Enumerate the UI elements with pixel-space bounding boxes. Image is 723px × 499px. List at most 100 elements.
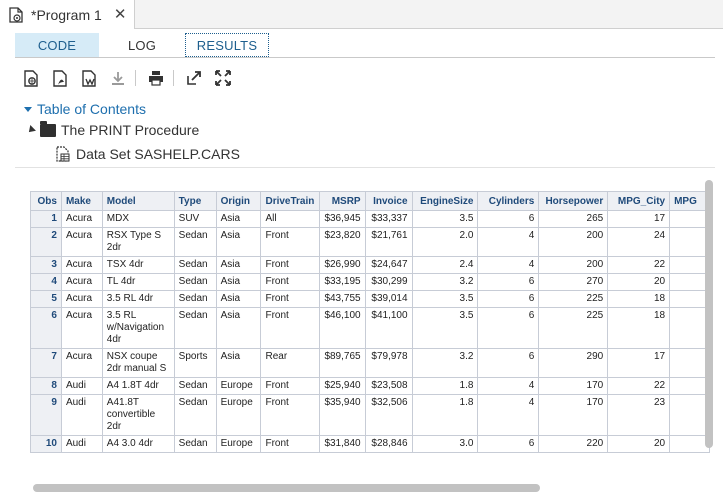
obs-cell: 9 [30,394,62,436]
table-cell: 3.0 [411,435,479,453]
table-cell: $28,846 [364,435,413,453]
toc-dataset[interactable]: Data Set SASHELP.CARS [56,143,356,165]
table-row: 2 Acura RSX Type S 2dr Sedan Asia Front $23,82… [30,227,710,257]
table-cell: 3.5 RL 4dr [101,290,175,308]
obs-cell: 4 [30,273,62,291]
column-header: MPG_City [607,191,671,211]
table-cell: 6 [477,210,540,228]
table-cell: 22 [607,256,671,274]
horizontal-scrollbar[interactable] [33,484,540,492]
table-cell: 2.4 [411,256,479,274]
download-word-icon[interactable] [80,69,98,87]
table-row: 1 Acura MDX SUV Asia All $36,945 $33,337 3.5 6 265… [30,210,710,228]
obs-cell: 1 [30,210,62,228]
toc-print-procedure[interactable]: The PRINT Procedure [26,119,327,141]
table-cell: Asia [215,210,262,228]
table-cell: 290 [538,348,609,378]
table-cell: 2.0 [411,227,479,257]
table-cell: Asia [215,348,262,378]
table-cell: 6 [477,290,540,308]
table-row: 4 Acura TL 4dr Sedan Asia Front $33,195 $30,299… [30,273,710,291]
table-cell: $35,940 [319,394,366,436]
table-row: 3 Acura TSX 4dr Sedan Asia Front $26,990 $24,64… [30,256,710,274]
tab-log[interactable]: LOG [99,33,185,57]
table-cell: 220 [538,435,609,453]
table-cell: 6 [477,435,540,453]
table-cell: $32,506 [364,394,413,436]
table-cell: 4 [477,377,540,395]
chevron-down-icon[interactable] [24,106,32,112]
table-cell: Europe [215,435,262,453]
table-cell: $33,195 [319,273,366,291]
table-cell: $21,761 [364,227,413,257]
folder-icon [40,120,56,137]
table-cell: 3.5 [411,307,479,349]
expand-icon[interactable] [214,69,232,87]
open-new-window-icon[interactable] [185,69,203,87]
table-cell: 18 [607,307,671,349]
table-cell: Sedan [173,377,217,395]
table-of-contents: Table of Contents The PRINT Procedure Da… [24,98,240,162]
print-icon[interactable] [147,69,165,87]
toc-root[interactable]: Table of Contents [24,98,146,120]
results-toolbar [22,68,243,88]
table-cell: All [260,210,321,228]
table-cell: Europe [215,394,262,436]
toolbar-separator [135,70,136,86]
table-cell: Acura [60,256,103,274]
table-cell: Rear [260,348,321,378]
table-cell: 22 [607,377,671,395]
table-cell: Europe [215,377,262,395]
view-tabs: CODE LOG RESULTS [15,33,269,57]
column-header: Horsepower [538,191,609,211]
table-cell: 24 [607,227,671,257]
table-cell: 18 [607,290,671,308]
obs-cell: 5 [30,290,62,308]
table-cell: $43,755 [319,290,366,308]
tab-code[interactable]: CODE [15,33,99,57]
table-cell: Sedan [173,435,217,453]
program-tab[interactable]: *Program 1 ✕ [0,0,135,29]
table-cell: 4 [477,394,540,436]
table-cell: Sports [173,348,217,378]
table-document-icon [56,146,70,162]
table-cell: Front [260,256,321,274]
table-cell: 170 [538,394,609,436]
toc-dataset-label: Data Set SASHELP.CARS [76,146,240,162]
table-cell: $36,945 [319,210,366,228]
collapse-triangle-icon[interactable] [26,125,36,135]
table-cell: Front [260,273,321,291]
table-cell: TSX 4dr [101,256,175,274]
obs-cell: 10 [30,435,62,453]
obs-cell: 7 [30,348,62,378]
column-header: Obs [30,191,62,211]
close-icon[interactable]: ✕ [114,7,127,22]
column-header: Make [60,191,103,211]
column-header: Origin [215,191,262,211]
tab-divider [15,57,715,58]
table-cell: 225 [538,290,609,308]
obs-cell: 2 [30,227,62,257]
table-cell [669,290,710,308]
table-cell: 170 [538,377,609,395]
table-cell: 20 [607,435,671,453]
table-cell: 6 [477,348,540,378]
table-cell: $41,100 [364,307,413,349]
table-cell: 6 [477,307,540,349]
table-cell: 270 [538,273,609,291]
table-cell [669,227,710,257]
table-cell: 23 [607,394,671,436]
table-cell: A4 3.0 4dr [101,435,175,453]
table-cell: $46,100 [319,307,366,349]
tab-results[interactable]: RESULTS [185,33,269,57]
vertical-scrollbar[interactable] [705,180,713,448]
table-cell [669,307,710,349]
download-icon[interactable] [109,69,127,87]
table-cell [669,348,710,378]
download-pdf-icon[interactable] [51,69,69,87]
table-cell: $79,978 [364,348,413,378]
table-row: 10 Audi A4 3.0 4dr Sedan Europe Front $31,840 $… [30,435,710,453]
table-cell: 6 [477,273,540,291]
table-cell: $24,647 [364,256,413,274]
download-html-icon[interactable] [22,69,40,87]
